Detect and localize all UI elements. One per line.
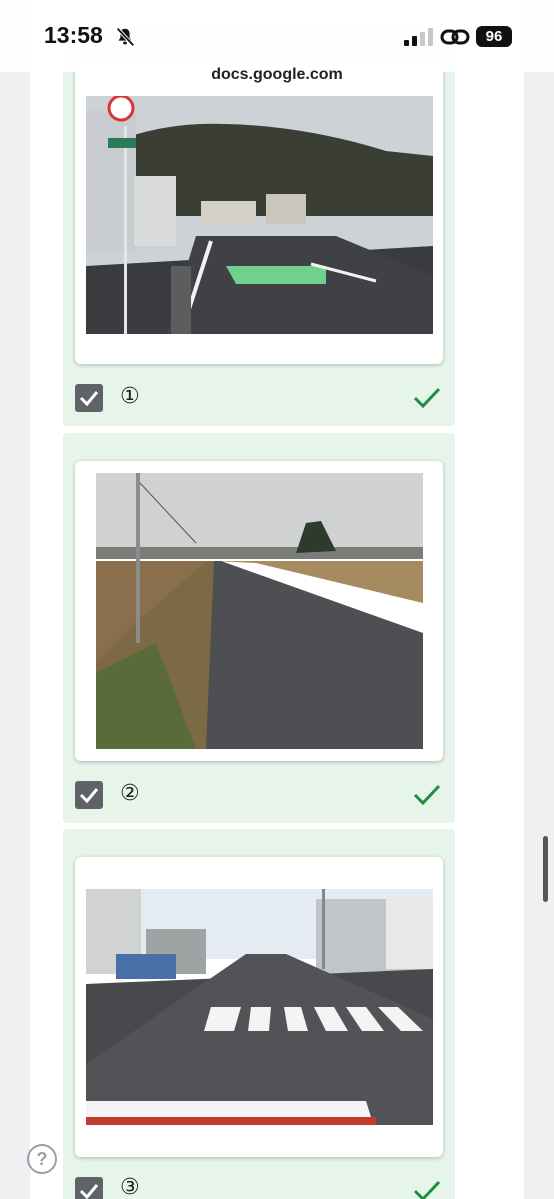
correct-check-icon <box>413 784 441 806</box>
road-photo-2 <box>96 473 423 749</box>
option-image-frame-1 <box>75 64 443 364</box>
help-button[interactable]: ? <box>27 1144 57 1174</box>
scrollbar-thumb[interactable] <box>543 836 548 902</box>
checkmark-icon <box>79 788 99 804</box>
screen: 13:58 96 docs.google.com ① ② ③ ? <box>0 0 554 1199</box>
status-bar: 13:58 96 <box>0 0 554 72</box>
road-photo-3 <box>86 889 433 1125</box>
option-checkbox-3[interactable] <box>75 1177 103 1199</box>
option-label-3: ③ <box>120 1175 140 1199</box>
option-label-1: ① <box>120 384 140 409</box>
option-card-1: ① <box>63 30 455 426</box>
option-card-3: ③ <box>63 829 455 1199</box>
clock: 13:58 <box>44 22 103 48</box>
checkmark-icon <box>79 391 99 407</box>
chain-link-icon <box>440 29 470 45</box>
silent-bell-icon <box>116 27 135 47</box>
correct-check-icon <box>413 387 441 409</box>
option-image-frame-3 <box>75 857 443 1157</box>
checkmark-icon <box>79 1184 99 1199</box>
road-photo-1 <box>86 96 433 334</box>
battery-indicator: 96 <box>476 26 512 47</box>
option-label-2: ② <box>120 781 140 806</box>
browser-url[interactable]: docs.google.com <box>0 66 554 84</box>
correct-check-icon <box>413 1180 441 1199</box>
option-checkbox-2[interactable] <box>75 781 103 809</box>
cellular-signal-icon <box>404 28 433 46</box>
option-card-2: ② <box>63 433 455 823</box>
option-checkbox-1[interactable] <box>75 384 103 412</box>
option-image-frame-2 <box>75 461 443 761</box>
